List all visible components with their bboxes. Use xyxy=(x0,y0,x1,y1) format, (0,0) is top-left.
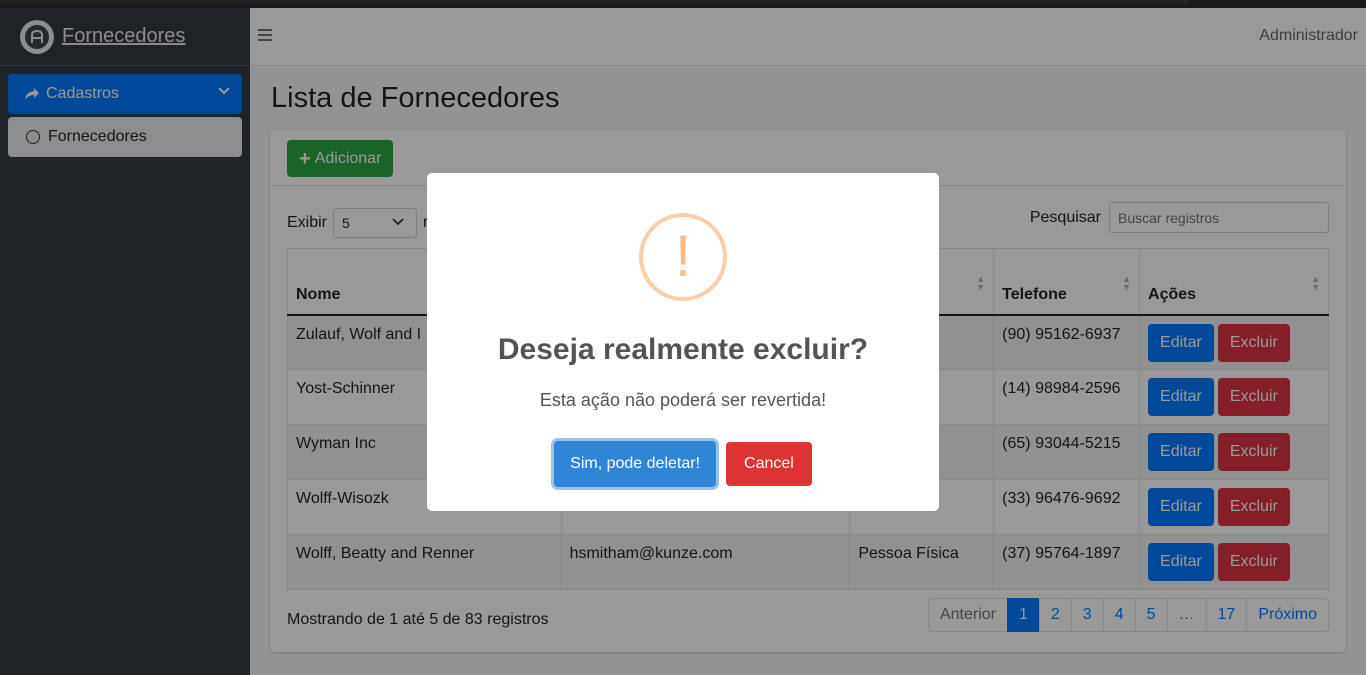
confirm-delete-button[interactable]: Sim, pode deletar! xyxy=(554,441,717,487)
warning-icon: ! xyxy=(639,213,727,301)
modal-backdrop[interactable]: ! Deseja realmente excluir? Esta ação nã… xyxy=(0,0,1366,675)
dialog-title: Deseja realmente excluir? xyxy=(497,333,869,366)
dialog-text: Esta ação não poderá ser revertida! xyxy=(539,390,827,410)
confirm-delete-dialog: ! Deseja realmente excluir? Esta ação nã… xyxy=(427,173,939,511)
dialog-actions: Sim, pode deletar! Cancel xyxy=(427,441,939,487)
cancel-button[interactable]: Cancel xyxy=(726,442,812,486)
